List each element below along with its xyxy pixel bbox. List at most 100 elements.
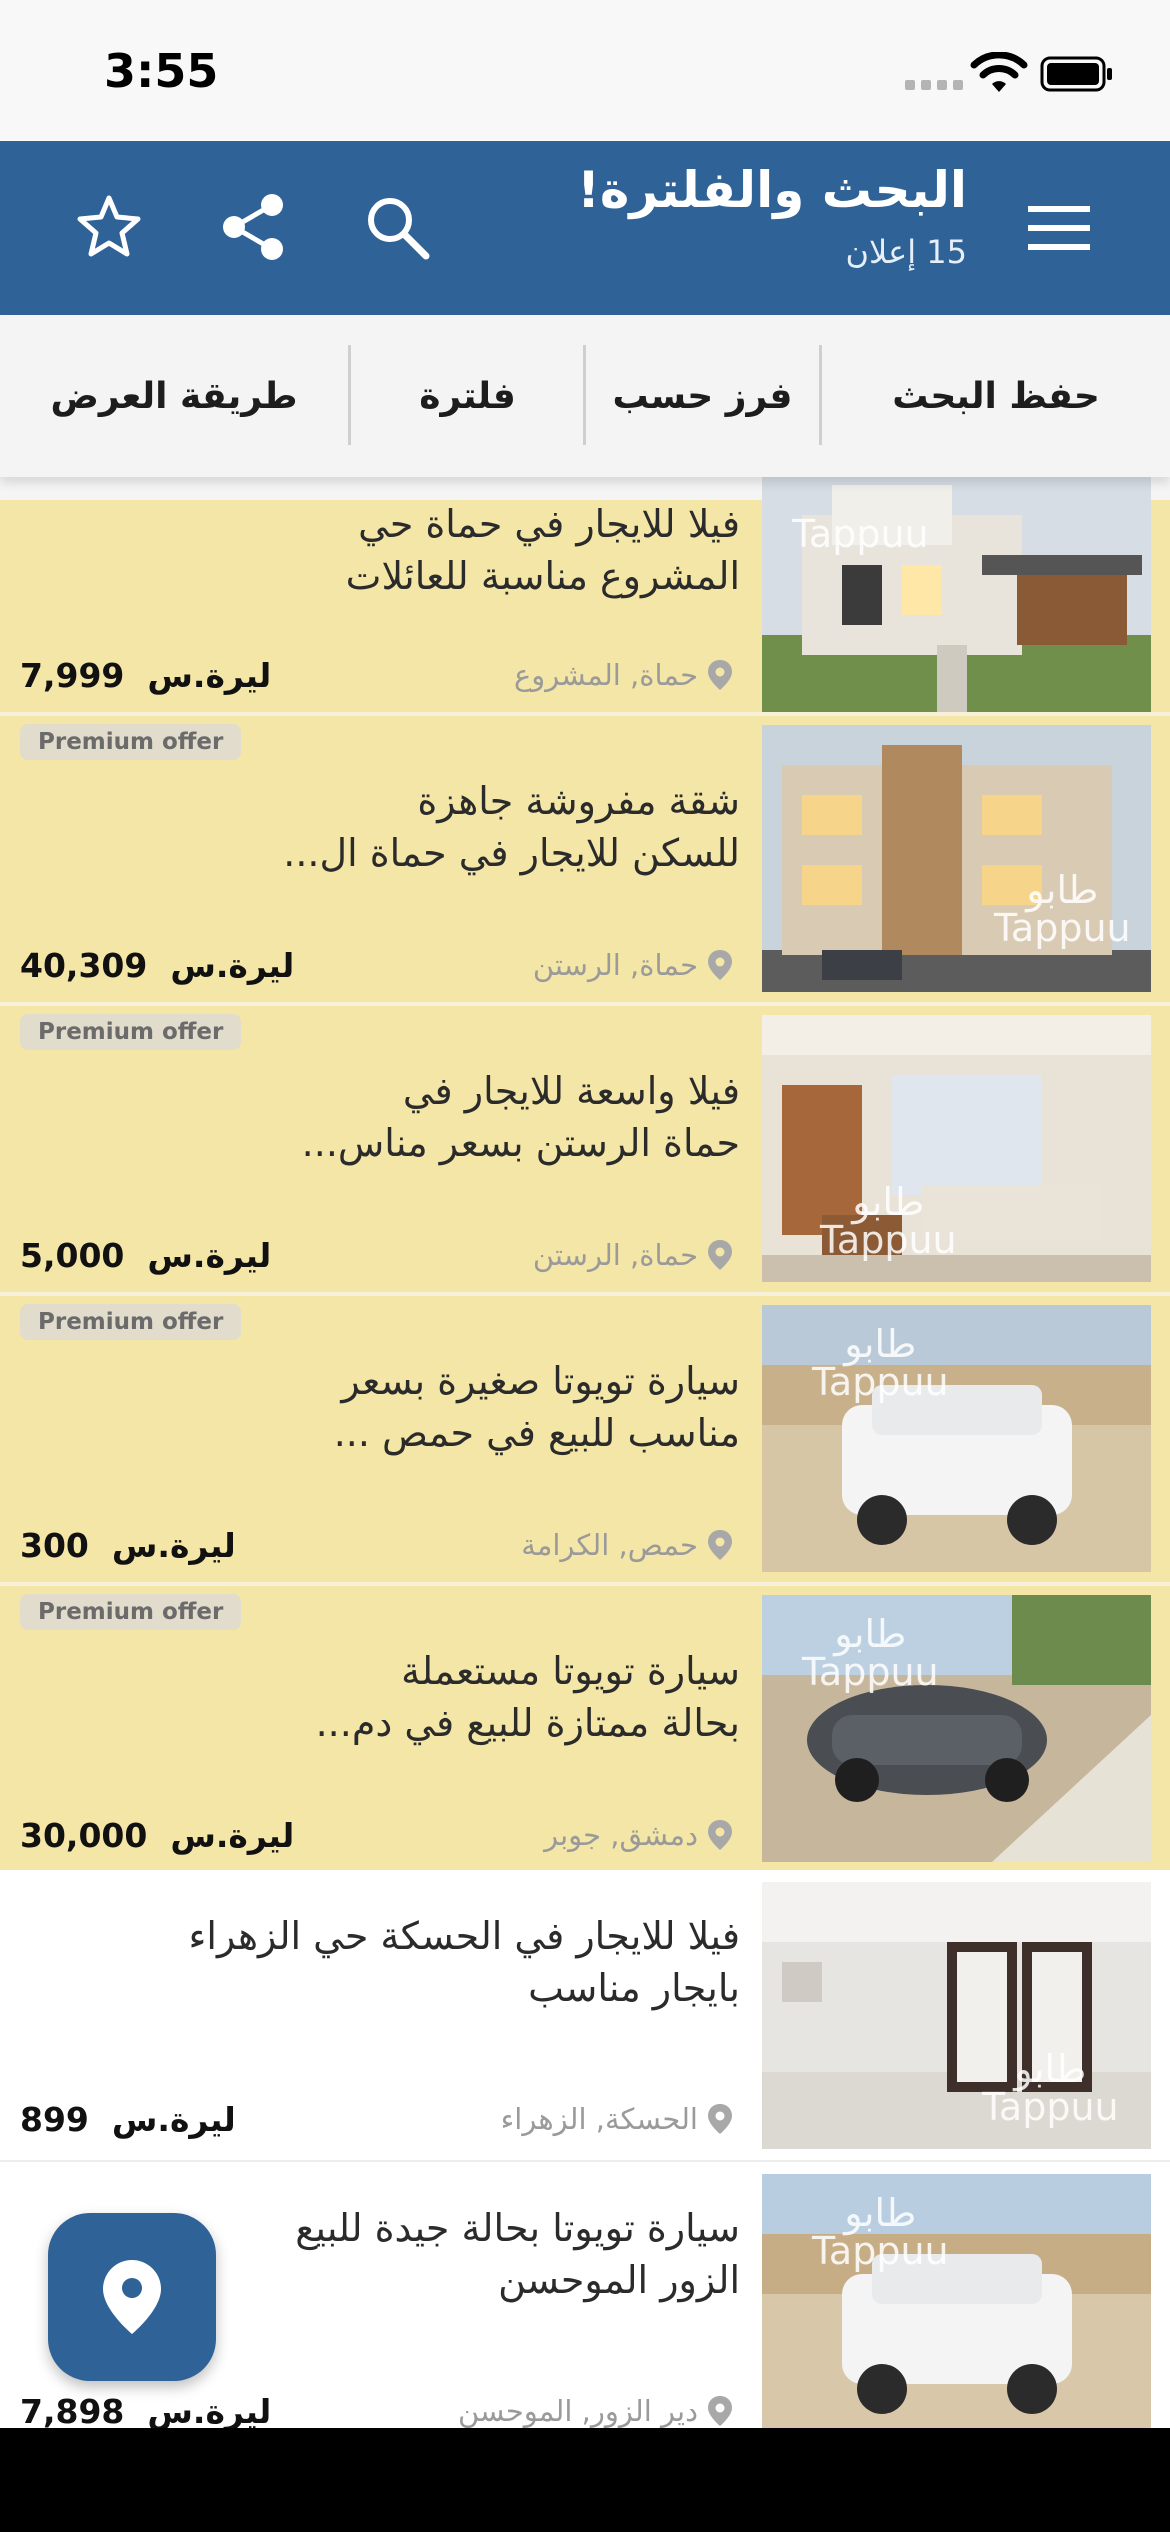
premium-badge: Premium offer <box>20 1594 242 1630</box>
signal-icon <box>905 80 963 90</box>
listing-price: ليرة.س 30,000 <box>20 1816 294 1855</box>
listing-title-line: شقة مفروشة جاهزة <box>417 779 740 823</box>
listing-title-line: سيارة تويوتا صغيرة بسعر <box>341 1359 740 1403</box>
premium-badge: Premium offer <box>20 1014 242 1050</box>
premium-badge: Premium offer <box>20 724 242 760</box>
listing-price: ليرة.س 40,309 <box>20 946 294 985</box>
share-icon[interactable] <box>220 193 286 261</box>
listing-location-text: حماة, المشروع <box>514 658 698 692</box>
listing-location-text: دمشق, جوبر <box>544 1818 698 1852</box>
wifi-icon <box>970 52 1028 92</box>
listing-photo: طابو Tappuu <box>762 1595 1151 1862</box>
currency-label: ليرة.س <box>170 946 295 985</box>
price-value: 7,898 <box>20 2392 125 2428</box>
location-pin-icon <box>708 1240 732 1270</box>
premium-badge: Premium offer <box>20 1304 242 1340</box>
price-value: 899 <box>20 2100 89 2139</box>
toolbar-divider <box>583 345 586 445</box>
home-indicator-area <box>0 2428 1170 2532</box>
listing-title-line: حماة الرستن بسعر مناس... <box>301 1121 740 1165</box>
listing-price: ليرة.س 7,898 <box>20 2392 271 2428</box>
listing-photo: طابو Tappuu <box>762 1882 1151 2149</box>
listing-title-line: سيارة تويوتا مستعملة <box>401 1649 740 1693</box>
listing-photo: طابو Tappuu <box>762 1305 1151 1572</box>
listing-location-text: حماة, الرستن <box>532 1238 698 1272</box>
listing-location: دمشق, جوبر <box>544 1818 732 1852</box>
search-icon[interactable] <box>364 194 430 260</box>
listing-location: حماة, الرستن <box>533 1238 732 1272</box>
listing-location-text: دير الزور, الموحسن <box>457 2394 698 2428</box>
status-time: 3:55 <box>104 44 219 98</box>
listing-title-line: فيلا للايجار في حماة حي <box>358 502 740 546</box>
price-value: 300 <box>20 1526 89 1565</box>
listing-location: دير الزور, الموحسن <box>458 2394 732 2428</box>
screen: 3:55 البحث والفلترة! 15 إعلان حفظ البحث … <box>0 0 1170 2428</box>
listing-price: ليرة.س 7,999 <box>20 656 271 695</box>
listing-card[interactable]: طابو Tappuu فيلا للايجار في الحسكة حي الز… <box>0 1870 1170 2160</box>
sort-button[interactable]: فرز حسب <box>586 315 819 477</box>
listing-location-text: الحسكة, الزهراء <box>500 2102 698 2136</box>
listing-location: حماة, المشروع <box>514 658 732 692</box>
map-view-button[interactable] <box>48 2213 216 2381</box>
listing-location: حمص, الكرامة <box>521 1528 732 1562</box>
battery-icon <box>1040 56 1112 92</box>
watermark-latin: Tappuu <box>812 1360 949 1404</box>
location-pin-icon <box>103 2260 161 2334</box>
action-toolbar: حفظ البحث فرز حسب فلترة طريقة العرض <box>0 315 1170 477</box>
listing-card[interactable]: طابو Tappuu Premium offer فيلا واسعة للاي… <box>0 1006 1170 1292</box>
toolbar-divider <box>819 345 822 445</box>
currency-label: ليرة.س <box>111 1526 236 1565</box>
listing-title-line: بحالة ممتازة للبيع في دم... <box>315 1701 740 1745</box>
watermark-latin: Tappuu <box>994 906 1131 950</box>
listing-title: فيلا واسعة للايجار في حماة الرستن بسعر م… <box>20 1065 740 1169</box>
app-header: البحث والفلترة! 15 إعلان <box>0 141 1170 315</box>
listing-title-line: فيلا للايجار في الحسكة حي الزهراء <box>188 1914 740 1958</box>
location-pin-icon <box>708 660 732 690</box>
price-value: 40,309 <box>20 946 148 985</box>
listing-photo: طابو Tappuu <box>762 2174 1151 2428</box>
view-mode-button[interactable]: طريقة العرض <box>0 315 348 477</box>
currency-label: ليرة.س <box>170 1816 295 1855</box>
listing-card[interactable]: طابو Tappuu Premium offer سيارة تويوتا مس… <box>0 1586 1170 1870</box>
listing-card[interactable]: طابو Tappuu Premium offer شقة مفروشة جاهز… <box>0 716 1170 1002</box>
listing-title: فيلا للايجار في الحسكة حي الزهراء بايجار… <box>20 1910 740 2014</box>
listing-card[interactable]: طابو Tappuu Premium offer سيارة تويوتا صغ… <box>0 1296 1170 1582</box>
currency-label: ليرة.س <box>111 2100 236 2139</box>
listing-title-line: المشروع مناسبة للعائلات <box>345 554 740 598</box>
listing-title-line: فيلا واسعة للايجار في <box>402 1069 740 1113</box>
listing-card[interactable]: Tappuu فيلا للايجار في حماة حي المشروع م… <box>0 445 1170 712</box>
watermark-latin: Tappuu <box>812 2229 949 2273</box>
listing-title: سيارة تويوتا مستعملة بحالة ممتازة للبيع … <box>20 1645 740 1749</box>
watermark-latin: Tappuu <box>820 1218 957 1262</box>
listing-location-text: حمص, الكرامة <box>521 1528 698 1562</box>
listing-location: حماة, الرستن <box>533 948 732 982</box>
listing-title-line: مناسب للبيع في حمص ... <box>333 1411 740 1455</box>
location-pin-icon <box>708 2104 732 2134</box>
currency-label: ليرة.س <box>147 656 272 695</box>
watermark-latin: Tappuu <box>792 512 929 556</box>
currency-label: ليرة.س <box>147 2392 272 2428</box>
listing-location: الحسكة, الزهراء <box>501 2102 732 2136</box>
location-pin-icon <box>708 2396 732 2426</box>
filter-button[interactable]: فلترة <box>352 315 583 477</box>
listing-photo: طابو Tappuu <box>762 725 1151 992</box>
listing-location-text: حماة, الرستن <box>532 948 698 982</box>
favorite-star-icon[interactable] <box>76 193 142 259</box>
location-pin-icon <box>708 1530 732 1560</box>
listing-title: فيلا للايجار في حماة حي المشروع مناسبة ل… <box>20 498 740 602</box>
menu-icon[interactable] <box>1028 204 1090 252</box>
listing-title-line: بايجار مناسب <box>528 1966 740 2010</box>
listing-title: سيارة تويوتا صغيرة بسعر مناسب للبيع في ح… <box>20 1355 740 1459</box>
watermark-latin: Tappuu <box>802 1650 939 1694</box>
save-search-button[interactable]: حفظ البحث <box>822 315 1170 477</box>
listing-price: ليرة.س 5,000 <box>20 1236 271 1275</box>
price-value: 30,000 <box>20 1816 148 1855</box>
status-bar: 3:55 <box>0 0 1170 141</box>
currency-label: ليرة.س <box>147 1236 272 1275</box>
results-count: 15 إعلان <box>845 233 967 271</box>
watermark-latin: Tappuu <box>982 2085 1119 2129</box>
listing-photo: طابو Tappuu <box>762 1015 1151 1282</box>
toolbar-divider <box>348 345 351 445</box>
listing-price: ليرة.س 300 <box>20 1526 236 1565</box>
listing-title: شقة مفروشة جاهزة للسكن للايجار في حماة ا… <box>20 775 740 879</box>
